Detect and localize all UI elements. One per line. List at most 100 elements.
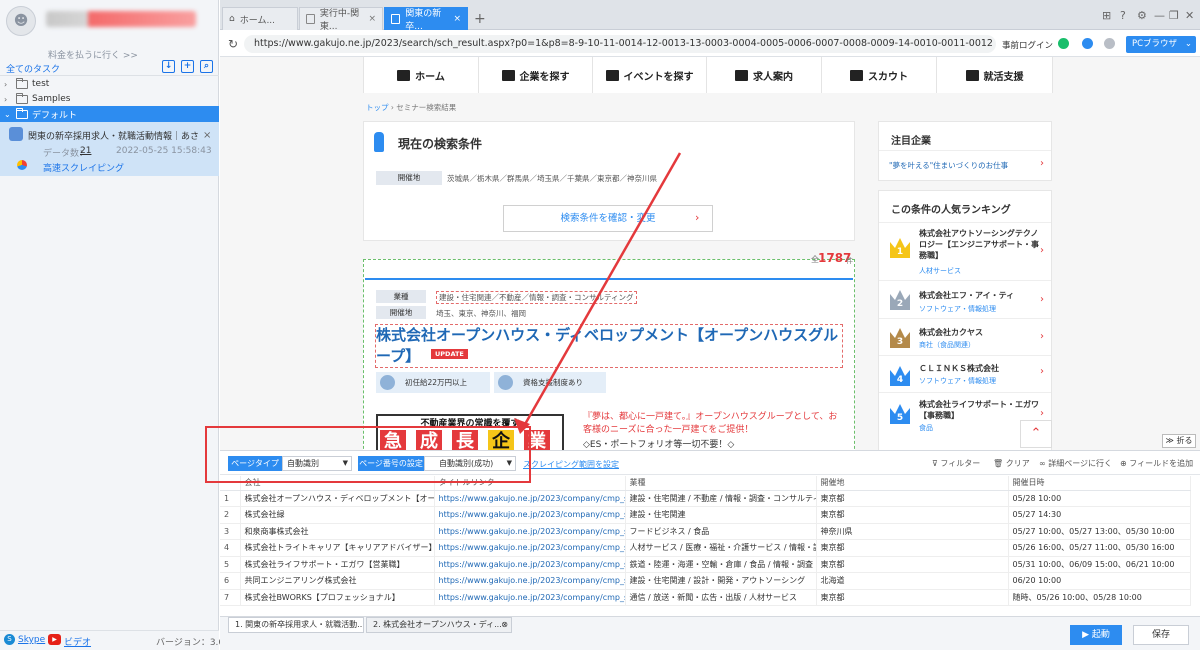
save-button[interactable]: 保存 [1133, 625, 1189, 645]
annotation-highlight-box [205, 426, 531, 483]
import-icon[interactable]: ↓ [162, 60, 175, 73]
cell-datetime: 05/26 16:00、05/27 11:00、05/30 16:00 [1008, 539, 1191, 557]
breadcrumb-top[interactable]: トップ [366, 103, 389, 112]
all-tasks-link[interactable]: 全てのタスク [6, 62, 60, 75]
pre-login-label[interactable]: 事前ログイン [1002, 39, 1053, 51]
ranking-category: 人材サービス [919, 267, 961, 275]
clear-button[interactable]: 🗑 クリア [993, 458, 1030, 469]
collapse-button[interactable]: ≫ 折る [1162, 434, 1196, 448]
task-title[interactable]: 関東の新卒採用求人・就職活動情報｜あさ... [28, 129, 198, 142]
close-window-icon[interactable]: ✕ [1185, 9, 1194, 22]
table-row[interactable]: 2 株式会社緑 https://www.gakujo.ne.jp/2023/comp… [220, 506, 1191, 524]
chevron-right-icon: › [1040, 158, 1044, 169]
col-industry[interactable]: 業種 [625, 476, 817, 491]
gift-icon[interactable]: ⊞ [1102, 9, 1111, 22]
scroll-top-button[interactable]: ⌃ [1020, 420, 1052, 448]
cell-company: 和泉商事株式会社 [240, 523, 435, 540]
company-name-link[interactable]: 株式会社オープンハウス・ディベロップメント【オープンハウスグループ】 [375, 324, 843, 368]
featured-link[interactable]: "夢を叶える"住まいづくりのお仕事 [889, 160, 1008, 171]
close-icon[interactable]: × [203, 130, 211, 141]
table-row[interactable]: 6 共同エンジニアリング株式会社 https://www.gakujo.ne.jp/… [220, 572, 1191, 590]
settings-icon[interactable]: ⚙ [1137, 9, 1147, 22]
location-value: 埼玉、東京、神奈川、福岡 [436, 309, 526, 318]
close-icon[interactable]: × [453, 14, 461, 24]
cell-industry: フードビジネス / 食品 [625, 523, 817, 540]
add-field-button[interactable]: ⊕ フィールドを追加 [1120, 458, 1193, 469]
nav-jobs[interactable]: 求人案内 [707, 57, 822, 93]
featured-box [878, 121, 1052, 181]
row-index: 7 [220, 589, 241, 606]
ranking-company: 株式会社アウトソーシングテクノロジー【エンジニアサポート・事務職】 [919, 229, 1039, 260]
browser-mode-select[interactable]: PCブラウザ ⌄ [1126, 36, 1196, 53]
nav-label: イベントを探す [623, 71, 694, 83]
nav-companies[interactable]: 企業を探す [479, 57, 593, 93]
scrape-range-link[interactable]: スクレイピング範囲を設定 [523, 459, 619, 470]
filter-button[interactable]: ⊽ フィルター [932, 458, 980, 469]
close-icon[interactable]: × [368, 14, 376, 24]
chevron-down-icon: ⌄ [1184, 39, 1192, 49]
table-row[interactable]: 5 株式会社ライフサポート・エガワ【営業職】 https://www.gakujo.… [220, 556, 1191, 573]
table-row[interactable]: 4 株式会社トライトキャリア【キャリアアドバイザー】 https://www.gak… [220, 539, 1191, 557]
new-tab-icon[interactable]: + [474, 11, 486, 27]
data-tab-2[interactable]: 2. 株式会社オープンハウス・ディ... ⊗ [366, 617, 512, 633]
update-badge: UPDATE [431, 349, 468, 359]
task-date: 2022-05-25 15:58:43 [116, 146, 212, 156]
col-location[interactable]: 開催地 [816, 476, 1009, 491]
toggle-icon[interactable] [1104, 38, 1115, 49]
industry-label: 業種 [376, 290, 426, 303]
cell-title-link: https://www.gakujo.ne.jp/2023/company/cm… [434, 539, 626, 557]
restore-icon[interactable]: ❐ [1169, 9, 1179, 22]
status-green-icon[interactable] [1058, 38, 1069, 49]
nav-support[interactable]: 就活支援 [937, 57, 1053, 93]
confirm-conditions-button[interactable]: 検索条件を確認・変更 [503, 205, 713, 232]
cell-location: 東京都 [816, 490, 1009, 507]
close-icon[interactable]: ⊗ [501, 618, 508, 632]
url-field[interactable]: https://www.gakujo.ne.jp/2023/search/sch… [244, 35, 996, 53]
tab-active-page[interactable]: 関東の新卒... × [384, 7, 468, 32]
link-icon: ∞ [1039, 459, 1046, 468]
tab-running[interactable]: 実行中-関東... × [299, 7, 383, 32]
chevron-right-icon: › [695, 211, 700, 224]
skype-icon[interactable]: S [4, 634, 15, 645]
help-icon[interactable]: ? [1120, 9, 1126, 22]
folder-default[interactable]: ⌄ デフォルト [0, 106, 219, 122]
col-datetime[interactable]: 開催日時 [1008, 476, 1191, 491]
pencil-icon [498, 375, 513, 390]
youtube-icon[interactable]: ▶ [48, 634, 61, 645]
data-tab-1[interactable]: 1. 関東の新卒採用求人・就職活動... [228, 617, 364, 633]
chevron-right-icon: › [1040, 331, 1044, 342]
nav-home[interactable]: ホーム [364, 57, 479, 93]
table-row[interactable]: 1 株式会社オープンハウス・ディベロップメント【オー... https://www.… [220, 490, 1191, 507]
page-icon [391, 14, 401, 24]
row-index: 2 [220, 506, 241, 524]
folder-test[interactable]: › test [0, 76, 219, 92]
trash-icon: 🗑 [993, 459, 1004, 468]
tab-home[interactable]: ⌂ ホーム... [222, 7, 298, 30]
fast-scrape-label: 高速スクレイピング [43, 164, 125, 174]
video-link[interactable]: ビデオ [64, 635, 91, 648]
search-task-icon[interactable]: ⌕ [200, 60, 213, 73]
ranking-category: 商社（食品関連） [919, 341, 975, 349]
cell-title-link: https://www.gakujo.ne.jp/2023/company/cm… [434, 523, 626, 540]
minimize-icon[interactable]: — [1154, 9, 1165, 22]
row-index: 4 [220, 539, 241, 557]
row-index: 3 [220, 523, 241, 540]
table-row[interactable]: 7 株式会社BWORKS【プロフェッショナル】 https://www.gakujo… [220, 589, 1191, 606]
proxy-icon[interactable] [1082, 38, 1093, 49]
nav-scout[interactable]: スカウト [822, 57, 937, 93]
task-count[interactable]: 21 [80, 146, 91, 156]
avatar[interactable]: ☻ [6, 6, 36, 36]
megaphone-icon [965, 69, 979, 81]
folder-icon [16, 92, 28, 104]
reload-icon[interactable]: ↻ [228, 37, 238, 51]
filter-label: フィルター [940, 459, 981, 468]
nav-events[interactable]: イベントを探す [593, 57, 707, 93]
feature-label: 初任給22万円以上 [405, 378, 468, 387]
table-row[interactable]: 3 和泉商事株式会社 https://www.gakujo.ne.jp/2023/c… [220, 523, 1191, 540]
clear-label: クリア [1005, 459, 1030, 468]
skype-link[interactable]: Skype [18, 635, 45, 645]
add-task-icon[interactable]: + [181, 60, 194, 73]
folder-samples[interactable]: › Samples [0, 91, 219, 107]
detail-page-button[interactable]: ∞ 詳細ページに行く [1039, 458, 1112, 469]
start-button[interactable]: ▶ 起動 [1070, 625, 1122, 645]
